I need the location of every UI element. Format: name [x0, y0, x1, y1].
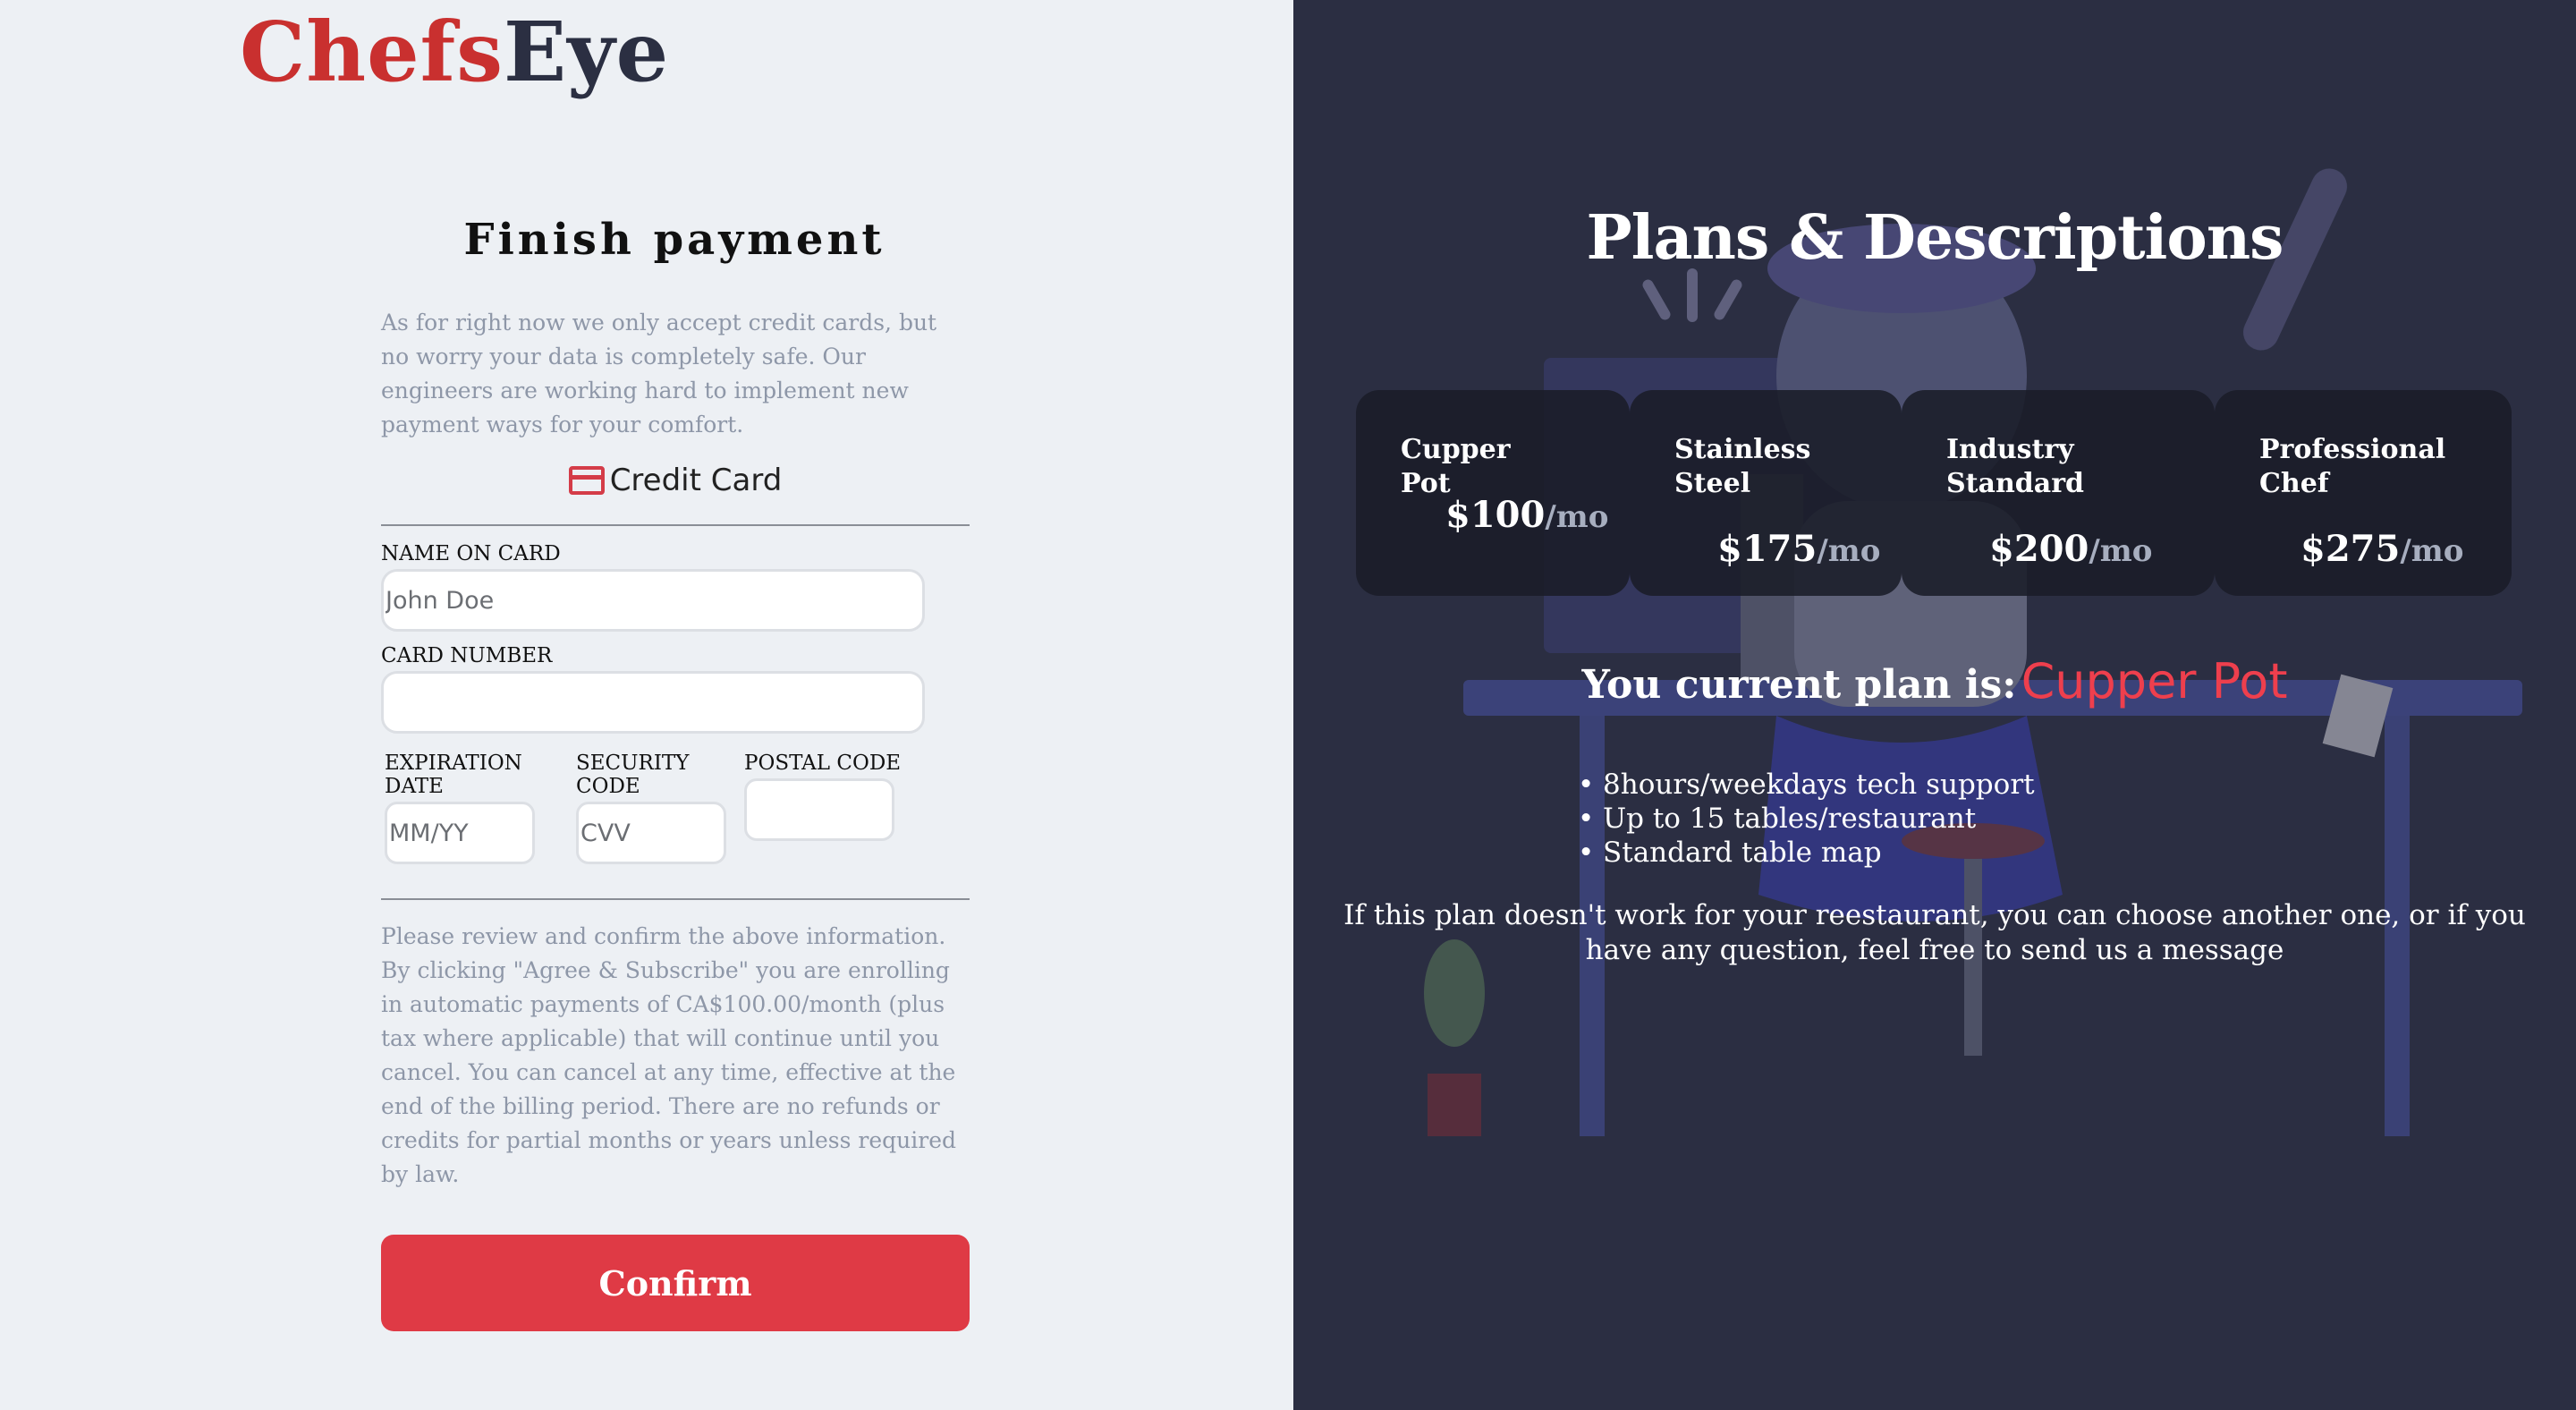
current-plan: You current plan is: Cupper Pot [1293, 653, 2576, 709]
payment-form: Finish payment As for right now we only … [381, 215, 970, 1331]
plans-panel: Plans & Descriptions Cupper Pot $100/mo … [1293, 0, 2576, 1410]
name-on-card-input[interactable] [381, 569, 925, 632]
list-item: • 8hours/weekdays tech support [1578, 769, 2035, 801]
divider [381, 524, 970, 526]
plan-card-industry-standard[interactable]: Industry Standard $200/mo [1902, 390, 2215, 596]
plans-list: Cupper Pot $100/mo Stainless Steel $175/… [1356, 390, 2512, 596]
plan-price-amount: $175 [1717, 528, 1818, 570]
intro-text: As for right now we only accept credit c… [381, 310, 937, 437]
divider [381, 898, 970, 900]
plan-price-period: /mo [2089, 533, 2153, 569]
security-code-input[interactable] [576, 802, 726, 864]
plan-price-period: /mo [1817, 533, 1881, 569]
current-plan-label: You current plan is: [1581, 662, 2017, 708]
plan-card-cupper-pot[interactable]: Cupper Pot $100/mo [1356, 390, 1630, 596]
plan-price-period: /mo [2400, 533, 2464, 569]
plan-price: $175/mo [1717, 528, 1880, 570]
plan-name: Industry Standard [1946, 434, 2084, 499]
card-details-row: EXPIRATION DATE SECURITY CODE POSTAL COD… [385, 752, 970, 864]
expiration-label: EXPIRATION DATE [385, 752, 522, 798]
plan-help-note: If this plan doesn't work for your reest… [1343, 899, 2526, 966]
security-code-label: SECURITY CODE [576, 752, 690, 798]
credit-card-icon [568, 466, 605, 495]
name-on-card-label: NAME ON CARD [381, 542, 561, 565]
current-plan-value: Cupper Pot [2021, 653, 2288, 709]
plan-card-stainless-steel[interactable]: Stainless Steel $175/mo [1630, 390, 1902, 596]
postal-code-label: POSTAL CODE [744, 752, 902, 775]
plan-price-amount: $200 [1989, 528, 2089, 570]
logo[interactable]: ChefsEye [240, 4, 669, 100]
plan-price: $200/mo [1989, 528, 2152, 570]
plan-price-amount: $275 [2301, 528, 2401, 570]
expiration-input[interactable] [385, 802, 535, 864]
payment-method-label: Credit Card [609, 463, 783, 498]
feature-text: Up to 15 tables/restaurant [1603, 803, 1977, 835]
plan-price: $275/mo [2301, 528, 2463, 570]
plan-card-professional-chef[interactable]: Professional Chef $275/mo [2215, 390, 2512, 596]
expiration-field: EXPIRATION DATE [385, 752, 576, 864]
postal-code-field: POSTAL CODE [744, 752, 901, 864]
plans-title: Plans & Descriptions [1586, 202, 2284, 274]
plan-features: • 8hours/weekdays tech support • Up to 15 … [1578, 768, 2035, 870]
card-number-label: CARD NUMBER [381, 644, 553, 667]
legal-text: Please review and confirm the above info… [381, 923, 956, 1187]
plan-name: Cupper Pot [1401, 434, 1511, 499]
page-title: Finish payment [463, 215, 886, 265]
payment-method: Credit Card [381, 462, 970, 499]
feature-text: Standard table map [1603, 837, 1882, 869]
feature-text: 8hours/weekdays tech support [1603, 769, 2035, 801]
logo-part-eye: Eye [504, 4, 670, 100]
plan-price-period: /mo [1545, 499, 1609, 535]
security-code-field: SECURITY CODE [576, 752, 744, 864]
list-item: • Standard table map [1578, 837, 1882, 869]
plan-price-amount: $100 [1445, 494, 1546, 536]
confirm-button[interactable]: Confirm [381, 1235, 970, 1331]
card-number-input[interactable] [381, 671, 925, 734]
postal-code-input[interactable] [744, 778, 894, 841]
list-item: • Up to 15 tables/restaurant [1578, 803, 1977, 835]
logo-part-chefs: Chefs [240, 4, 504, 100]
plan-price: $100/mo [1445, 494, 1608, 536]
plan-name: Stainless Steel [1674, 434, 1811, 499]
payment-panel: ChefsEye Finish payment As for right now… [0, 0, 1293, 1410]
plan-name: Professional Chef [2259, 434, 2446, 499]
